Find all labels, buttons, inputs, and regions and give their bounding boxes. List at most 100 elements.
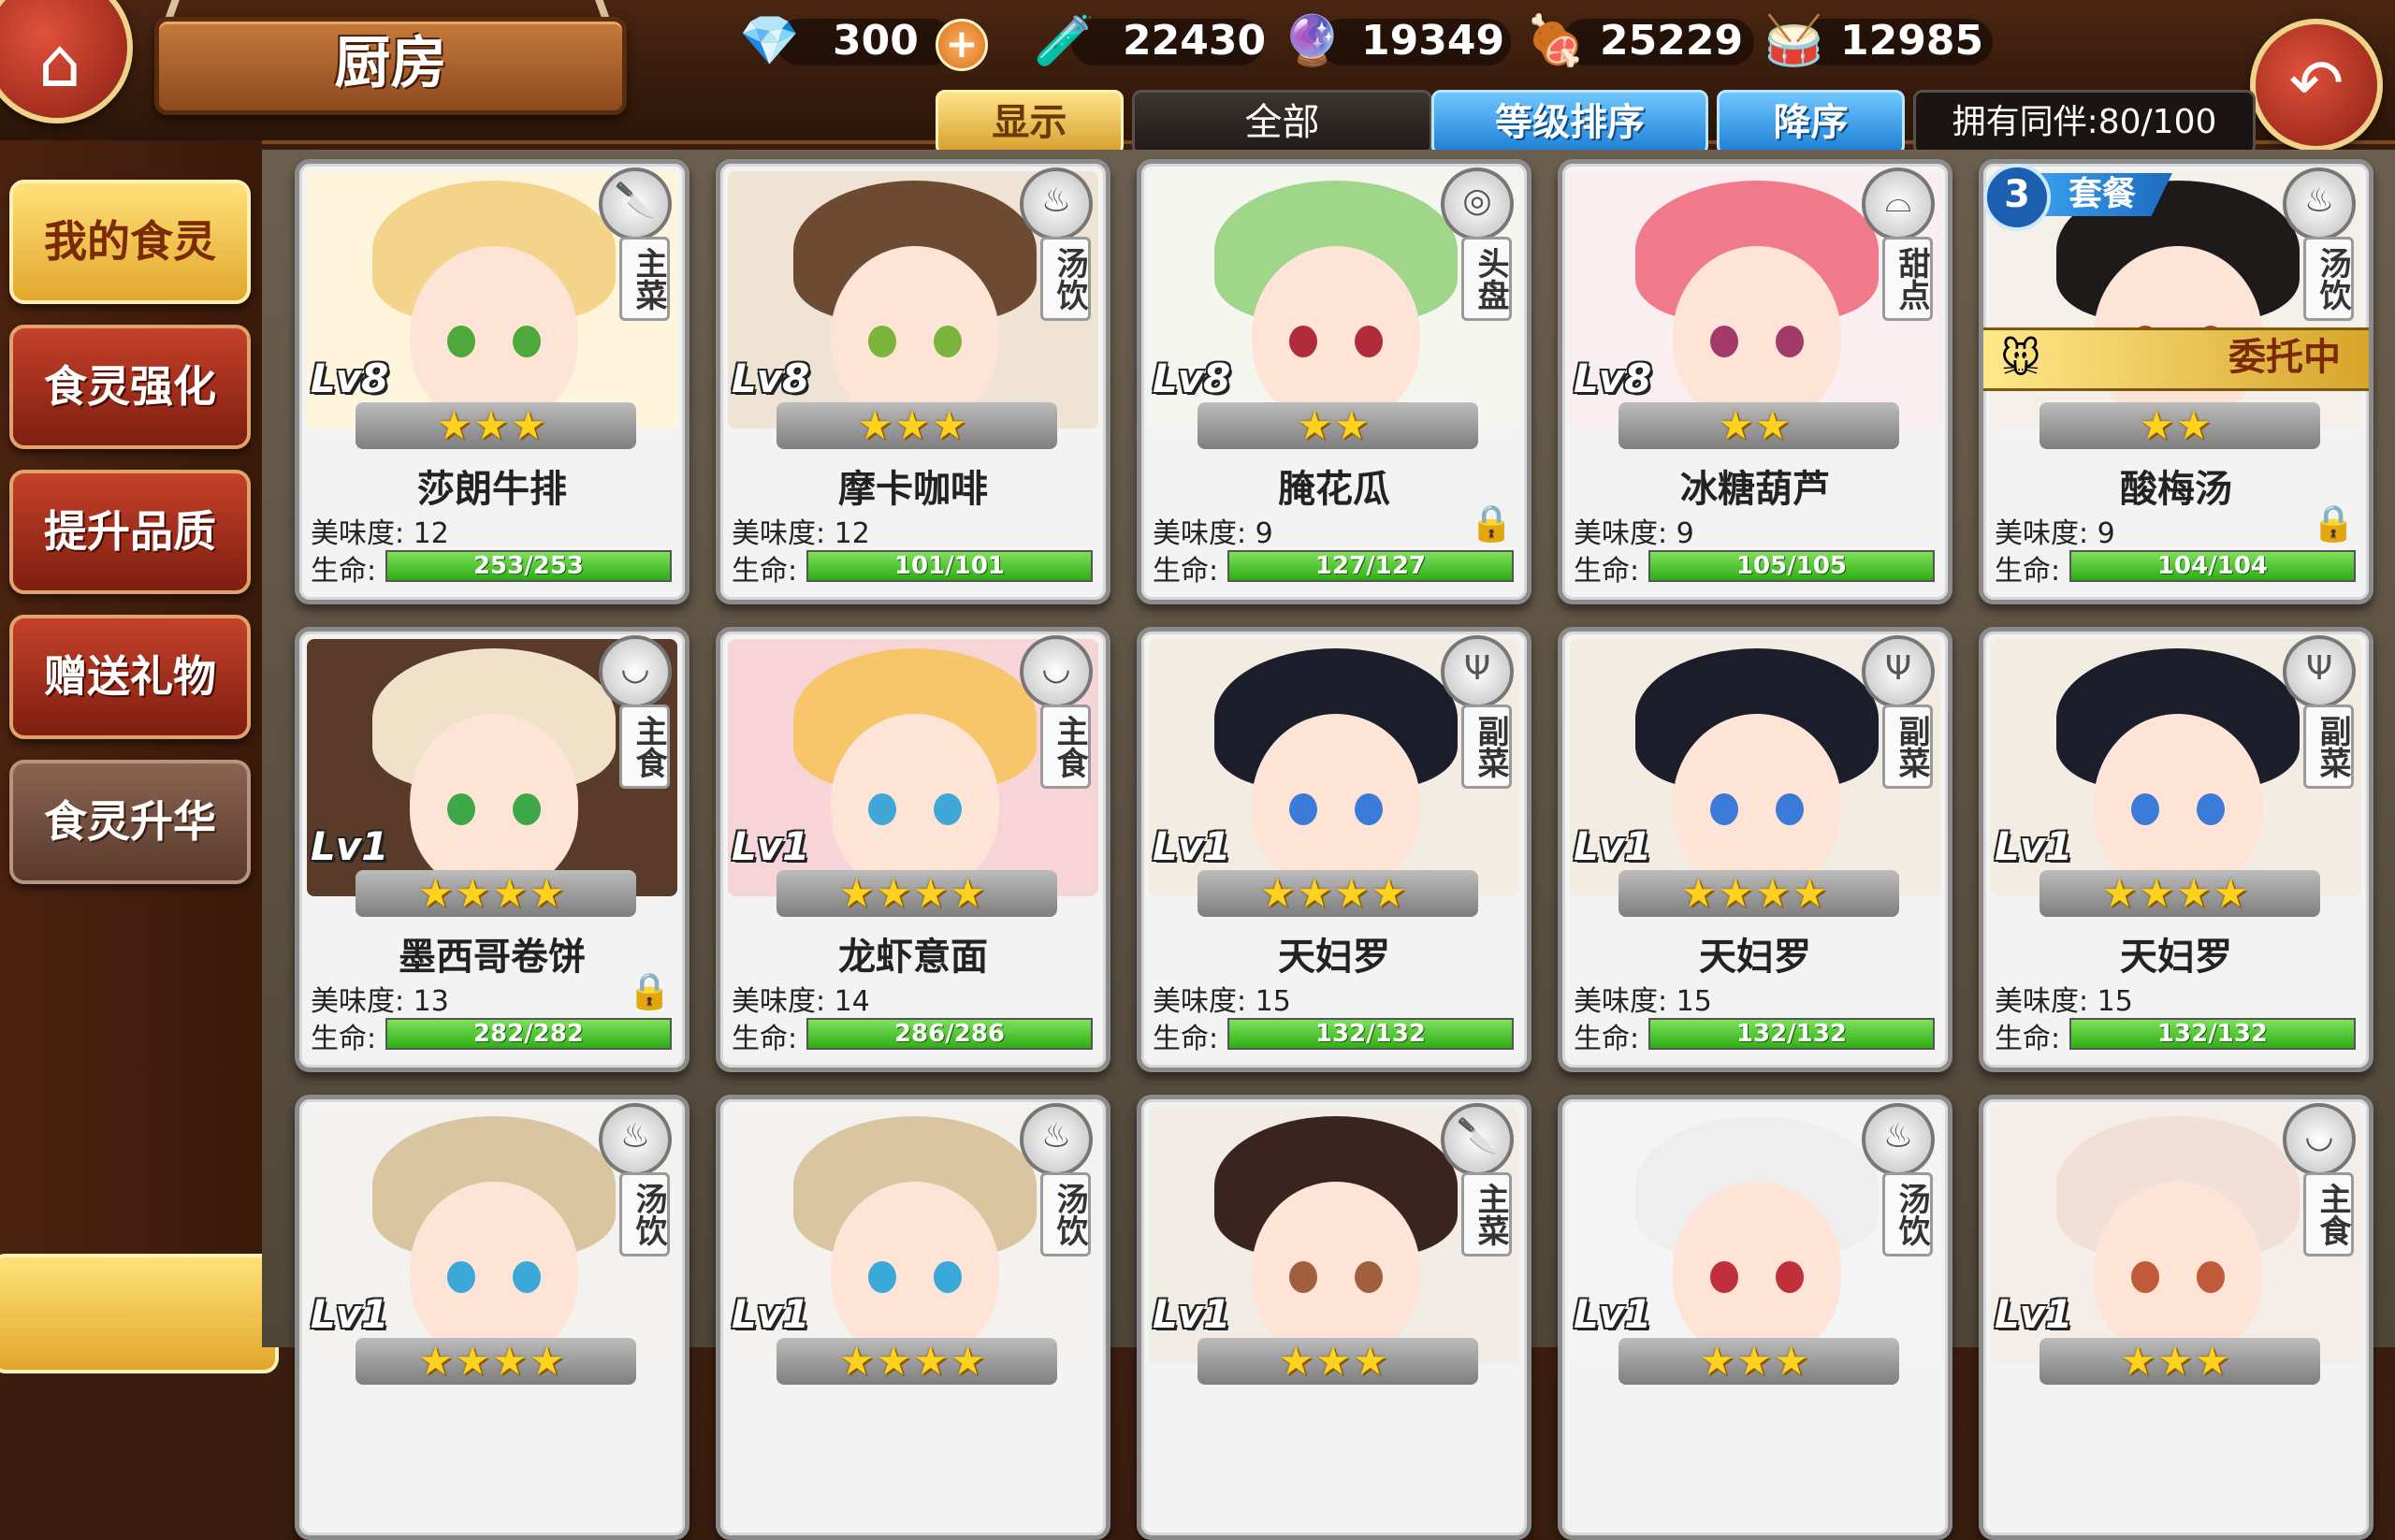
hp-bar: 127/127 (1227, 550, 1514, 582)
potion-icon: 🧪 (1034, 13, 1095, 69)
spirit-card[interactable]: 🔪 主菜 Lv1 ★★★ (1137, 1095, 1531, 1540)
dish-type-tag: 副菜 (1461, 705, 1512, 789)
hp-label: 生命: (311, 555, 377, 588)
sort-level-button[interactable]: 等级排序 (1431, 90, 1708, 155)
soup-icon: ♨ (1862, 1103, 1935, 1176)
hp-bar: 282/282 (385, 1018, 672, 1050)
resource-meat: 🍖 25229 (1525, 11, 1759, 71)
resource-value: 12985 (1840, 17, 1984, 65)
dish-type-tag: 主食 (619, 705, 670, 789)
sidebar-item-sublimate[interactable]: 食灵升华 (9, 760, 251, 884)
star-rating: ★★★ (1278, 1338, 1390, 1384)
combo-badge: 套餐 3 (1983, 164, 2189, 231)
dish-type-tag: 汤饮 (1040, 1172, 1091, 1257)
level-label: Lv1 (732, 823, 810, 869)
spirit-card[interactable]: 🔪 主菜 Lv8 ★★★ 莎朗牛排 美味度: 12 生命: 253/253 (295, 159, 689, 604)
spirit-card[interactable]: ♨ 汤饮 Lv1 ★★★★ (716, 1095, 1110, 1540)
resource-drum: 🥁 12985 (1764, 11, 1997, 71)
sidebar-item-enhance[interactable]: 食灵强化 (9, 325, 251, 449)
spirit-card[interactable]: ♨ 汤饮 Lv1 ★★★★ (295, 1095, 689, 1540)
hp-label: 生命: (311, 1023, 377, 1055)
dish-type-tag: 汤饮 (619, 1172, 670, 1257)
hp-label: 生命: (732, 555, 798, 588)
resource-diamond: 💎 300 (739, 11, 964, 71)
mouse-icon: 🐭 (2000, 336, 2041, 382)
spirit-card[interactable]: ◡ 主食 Lv1 ★★★★ 墨西哥卷饼 美味度: 13 生命: 282/282 … (295, 627, 689, 1072)
spirit-name: 天妇罗 (1278, 936, 1390, 979)
sidebar: 我的食灵 食灵强化 提升品质 赠送礼物 食灵升华 (0, 140, 262, 1347)
hp-value: 127/127 (1314, 552, 1427, 580)
hp-bar: 132/132 (2069, 1018, 2356, 1050)
hp-value: 253/253 (472, 552, 585, 580)
hp-label: 生命: (732, 1023, 798, 1055)
taste-value: 美味度: 14 (732, 985, 870, 1018)
sidebar-item-my-spirits[interactable]: 我的食灵 (9, 180, 251, 304)
spirit-card[interactable]: ◎ 头盘 Lv8 ★★ 腌花瓜 美味度: 9 生命: 127/127 🔒 (1137, 159, 1531, 604)
dish-type-tag: 主食 (1040, 705, 1091, 789)
star-rating: ★★★★ (417, 870, 567, 916)
spirit-card[interactable]: ♨ 汤饮 Lv8 ★★★ 摩卡咖啡 美味度: 12 生命: 101/101 (716, 159, 1110, 604)
dish-type-tag: 副菜 (2303, 705, 2354, 789)
level-label: Lv1 (732, 1291, 810, 1337)
hp-label: 生命: (1574, 1023, 1640, 1055)
spirit-card[interactable]: ♨ 汤饮 Lv1 ★★★ (1558, 1095, 1952, 1540)
star-rating: ★★★ (1699, 1338, 1811, 1384)
back-button[interactable]: ↶ (2250, 19, 2383, 152)
sidebar-item-gift[interactable]: 赠送礼物 (9, 615, 251, 739)
spirit-card[interactable]: Ψ 副菜 Lv1 ★★★★ 天妇罗 美味度: 15 生命: 132/132 (1558, 627, 1952, 1072)
sort-order-button[interactable]: 降序 (1717, 90, 1905, 155)
hp-label: 生命: (1153, 555, 1219, 588)
combo-label: 套餐 (2032, 173, 2172, 216)
hp-label: 生命: (1995, 1023, 2061, 1055)
level-label: Lv8 (732, 356, 810, 401)
soup-icon: ♨ (1020, 1103, 1093, 1176)
star-rating: ★★★★ (1259, 870, 1409, 916)
home-icon: ⌂ (38, 23, 81, 102)
spirit-card[interactable]: ♨ 汤饮 ★★ 酸梅汤 美味度: 9 生命: 104/104 🔒 套餐 3 🐭 … (1979, 159, 2373, 604)
dish-type-tag: 甜点 (1882, 237, 1933, 321)
display-filter-button[interactable]: 显示 (936, 90, 1124, 155)
spirit-name: 摩卡咖啡 (838, 468, 988, 511)
bowl-icon: ◡ (1020, 635, 1093, 708)
lock-icon: 🔒 (627, 970, 672, 1011)
spirit-card[interactable]: Ψ 副菜 Lv1 ★★★★ 天妇罗 美味度: 15 生命: 132/132 (1979, 627, 2373, 1072)
star-rating: ★★★★ (838, 1338, 988, 1384)
hp-value: 132/132 (2156, 1020, 2269, 1048)
home-button[interactable]: ⌂ (0, 0, 133, 123)
resource-value: 25229 (1600, 17, 1744, 65)
category-all-dropdown[interactable]: 全部 (1132, 90, 1432, 155)
page-title-board: 厨房 (154, 17, 627, 115)
taste-value: 美味度: 15 (1574, 985, 1712, 1018)
taste-value: 美味度: 9 (1995, 517, 2115, 550)
resource-value: 300 (833, 17, 919, 65)
dish-type-tag: 汤饮 (1040, 237, 1091, 321)
spirit-card[interactable]: ◡ 主食 Lv1 ★★★★ 龙虾意面 美味度: 14 生命: 286/286 (716, 627, 1110, 1072)
star-rating: ★★★★ (417, 1338, 567, 1384)
dish-type-tag: 头盘 (1461, 237, 1512, 321)
spirit-card[interactable]: ⌓ 甜点 Lv8 ★★ 冰糖葫芦 美味度: 9 生命: 105/105 (1558, 159, 1952, 604)
hp-bar: 104/104 (2069, 550, 2356, 582)
star-rating: ★★★★ (2101, 870, 2251, 916)
hp-value: 132/132 (1314, 1020, 1427, 1048)
level-label: Lv1 (1574, 823, 1652, 869)
hp-bar: 132/132 (1227, 1018, 1514, 1050)
fork-icon: Ψ (1441, 635, 1514, 708)
sidebar-bottom-button[interactable] (0, 1254, 279, 1373)
hp-value: 282/282 (472, 1020, 585, 1048)
spirit-card[interactable]: ◡ 主食 Lv1 ★★★ (1979, 1095, 2373, 1540)
knife-icon: 🔪 (1441, 1103, 1514, 1176)
meat-icon: 🍖 (1525, 13, 1586, 69)
spirit-card[interactable]: Ψ 副菜 Lv1 ★★★★ 天妇罗 美味度: 15 生命: 132/132 (1137, 627, 1531, 1072)
star-rating: ★★★★ (1680, 870, 1830, 916)
star-rating: ★★★ (436, 402, 548, 448)
sidebar-item-quality[interactable]: 提升品质 (9, 470, 251, 594)
hp-bar: 101/101 (806, 550, 1093, 582)
delegated-banner: 🐭 委托中 (1983, 327, 2369, 391)
resource-value: 22430 (1123, 17, 1267, 65)
level-label: Lv1 (1995, 823, 2073, 869)
add-diamond-button[interactable]: + (936, 19, 988, 71)
cake-icon: ⌓ (1862, 167, 1935, 240)
resource-potion: 🧪 22430 (1034, 11, 1268, 71)
hp-value: 286/286 (893, 1020, 1006, 1048)
page-title: 厨房 (334, 31, 447, 96)
